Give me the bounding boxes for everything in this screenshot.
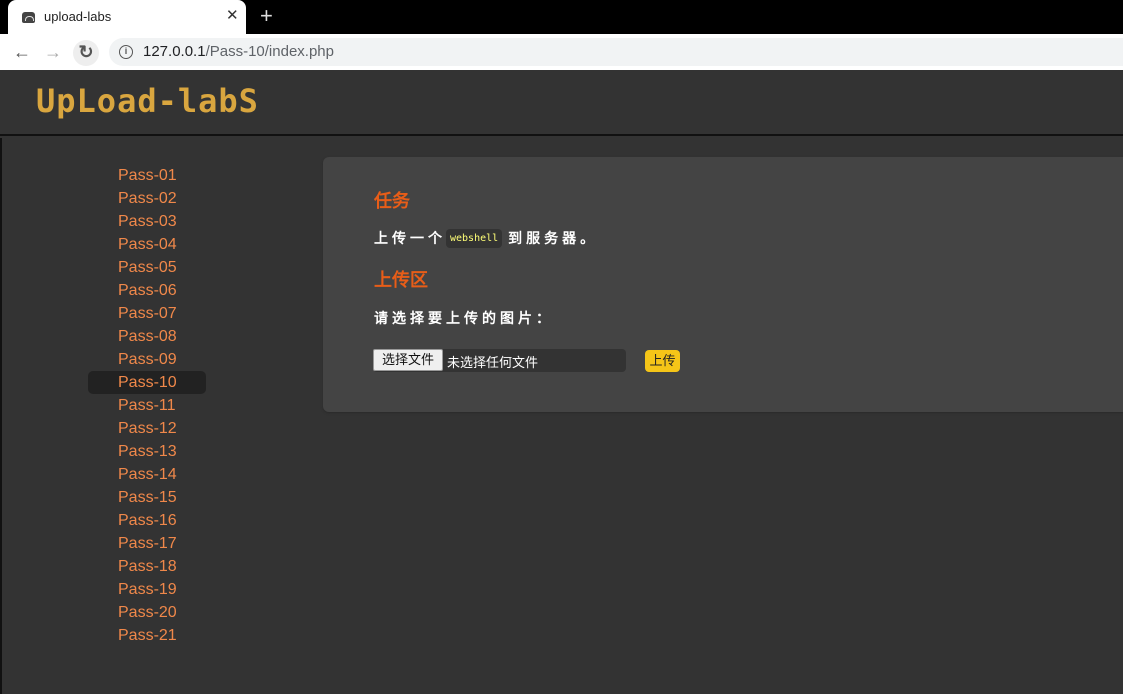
- upload-heading: 上传区: [374, 270, 428, 290]
- file-status: 未选择任何文件: [447, 355, 539, 370]
- sidebar-item-pass-08[interactable]: Pass-08: [88, 325, 206, 348]
- url-host: 127.0.0.1: [143, 43, 206, 60]
- task-suffix: 到服务器。: [508, 230, 599, 246]
- sidebar-item-pass-07[interactable]: Pass-07: [88, 302, 206, 325]
- tab-title: upload-labs: [44, 9, 112, 24]
- task-heading: 任务: [374, 191, 410, 211]
- address-bar[interactable]: i 127.0.0.1/Pass-10/index.php: [109, 38, 1123, 66]
- sidebar-item-pass-04[interactable]: Pass-04: [88, 233, 206, 256]
- sidebar-item-pass-10[interactable]: Pass-10: [88, 371, 206, 394]
- upload-submit-button[interactable]: 上传: [645, 350, 680, 372]
- sidebar-item-pass-21[interactable]: Pass-21: [88, 624, 206, 647]
- sidebar-item-pass-19[interactable]: Pass-19: [88, 578, 206, 601]
- main-panel: 任务 上传一个 webshell 到服务器。 上传区 请选择要上传的图片： 选择…: [323, 157, 1123, 412]
- browser-tab[interactable]: upload-labs ✕: [8, 0, 246, 34]
- sidebar-item-pass-20[interactable]: Pass-20: [88, 601, 206, 624]
- sidebar-item-pass-02[interactable]: Pass-02: [88, 187, 206, 210]
- browser-toolbar: ← → ↻ i 127.0.0.1/Pass-10/index.php: [0, 34, 1123, 70]
- task-code: webshell: [446, 228, 503, 248]
- page: UpLoad-labS Pass-01 Pass-02 Pass-03 Pass-04…: [0, 70, 1123, 694]
- sidebar-item-pass-06[interactable]: Pass-06: [88, 279, 206, 302]
- choose-file-button[interactable]: 选择文件: [373, 349, 443, 371]
- new-tab-icon[interactable]: +: [260, 5, 273, 27]
- sidebar-item-pass-05[interactable]: Pass-05: [88, 256, 206, 279]
- site-logo[interactable]: UpLoad-labS: [36, 82, 259, 120]
- url-path: /Pass-10/index.php: [205, 43, 334, 60]
- sidebar-item-pass-18[interactable]: Pass-18: [88, 555, 206, 578]
- sidebar-item-pass-17[interactable]: Pass-17: [88, 532, 206, 555]
- sidebar-item-pass-03[interactable]: Pass-03: [88, 210, 206, 233]
- sidebar-item-pass-09[interactable]: Pass-09: [88, 348, 206, 371]
- info-icon[interactable]: i: [119, 45, 133, 59]
- sidebar-item-pass-01[interactable]: Pass-01: [88, 164, 206, 187]
- sidebar-item-pass-14[interactable]: Pass-14: [88, 463, 206, 486]
- url-text[interactable]: 127.0.0.1/Pass-10/index.php: [143, 43, 334, 60]
- sidebar-nav: Pass-01 Pass-02 Pass-03 Pass-04 Pass-05 Pass-…: [88, 164, 206, 647]
- close-tab-icon[interactable]: ✕: [226, 7, 239, 25]
- task-description: 上传一个 webshell 到服务器。: [374, 228, 598, 248]
- sidebar-item-pass-15[interactable]: Pass-15: [88, 486, 206, 509]
- site-header: UpLoad-labS: [0, 70, 1123, 136]
- back-icon[interactable]: ←: [9, 40, 35, 66]
- reload-icon[interactable]: ↻: [73, 40, 99, 66]
- forward-icon[interactable]: →: [40, 40, 66, 66]
- sidebar-item-pass-16[interactable]: Pass-16: [88, 509, 206, 532]
- file-input[interactable]: 选择文件 未选择任何文件: [373, 349, 626, 372]
- sidebar-item-pass-12[interactable]: Pass-12: [88, 417, 206, 440]
- sidebar-item-pass-13[interactable]: Pass-13: [88, 440, 206, 463]
- sidebar-item-pass-11[interactable]: Pass-11: [88, 394, 206, 417]
- browser-tab-bar: upload-labs ✕ +: [0, 0, 1123, 34]
- upload-prompt: 请选择要上传的图片：: [374, 310, 554, 326]
- task-prefix: 上传一个: [374, 230, 446, 246]
- favicon-icon: [22, 12, 35, 23]
